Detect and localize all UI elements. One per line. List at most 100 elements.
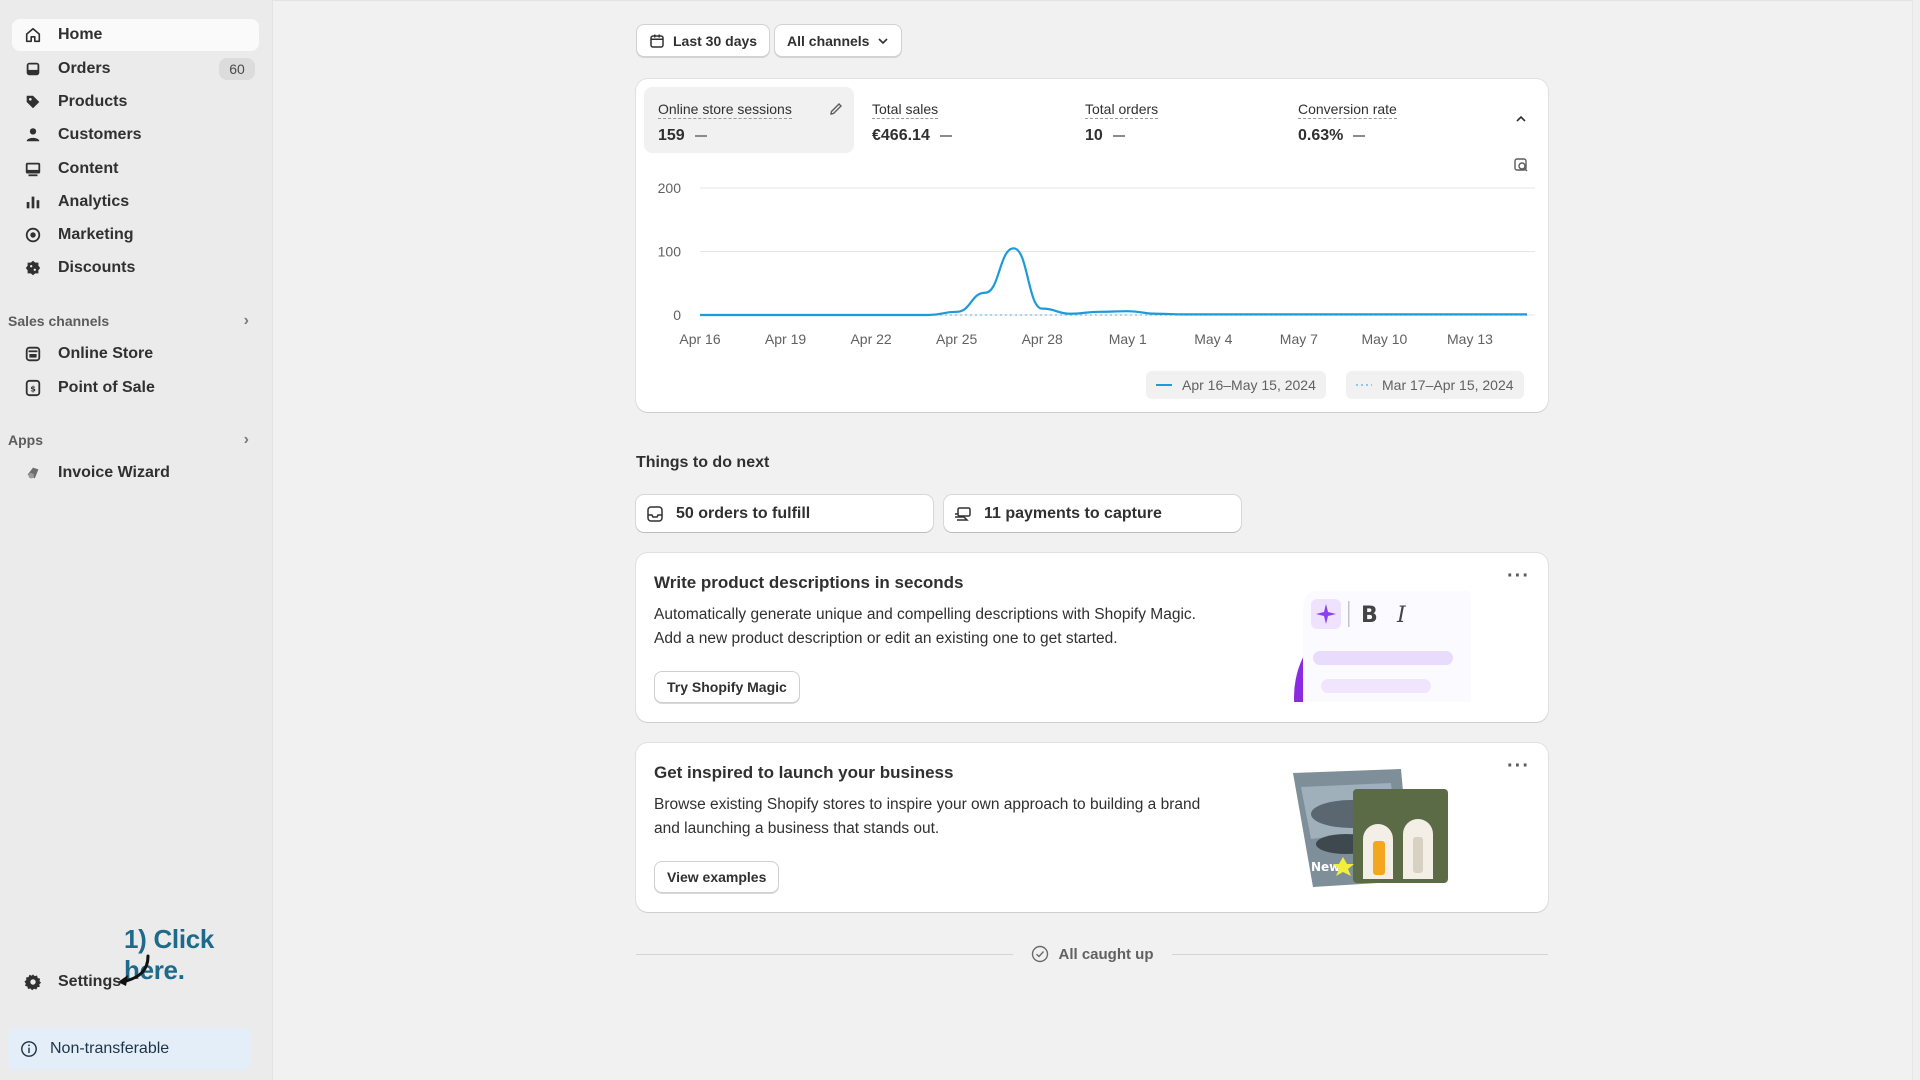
sidebar-item-label: Home — [58, 26, 103, 43]
x-tick-label: May 4 — [1194, 331, 1232, 347]
sidebar-item-marketing[interactable]: Marketing — [12, 219, 259, 251]
main-content: Last 30 days All channels Online store s… — [273, 0, 1920, 1080]
task-payments-to-capture[interactable]: 11 payments to capture — [944, 495, 1241, 532]
info-icon — [20, 1040, 38, 1058]
legend-label: Mar 17–Apr 15, 2024 — [1382, 377, 1514, 393]
task-label: 50 orders to fulfill — [676, 504, 811, 522]
scrollbar[interactable] — [1912, 0, 1920, 1080]
series-line — [700, 247, 1528, 317]
channel-label: All channels — [787, 32, 870, 49]
task-label: 11 payments to capture — [984, 504, 1162, 522]
inbox-icon — [646, 505, 664, 523]
sidebar-item-point-of-sale[interactable]: $ Point of Sale — [12, 372, 259, 404]
x-tick-label: Apr 28 — [1022, 331, 1063, 347]
sidebar-item-discounts[interactable]: Discounts — [12, 252, 259, 284]
sidebar-item-label: Point of Sale — [58, 379, 155, 396]
sidebar-item-content[interactable]: Content — [12, 153, 259, 185]
check-circle-icon — [1031, 945, 1048, 963]
sidebar-item-settings[interactable]: Settings — [12, 966, 259, 998]
chevron-down-icon — [877, 35, 889, 47]
promo-body-line: and launching a business that stands out… — [654, 820, 940, 837]
pos-icon: $ — [24, 379, 42, 397]
date-range-label: Last 30 days — [673, 32, 758, 49]
promo-card-shopify-magic: Write product descriptions in seconds Au… — [636, 553, 1548, 722]
sidebar-item-customers[interactable]: Customers — [12, 119, 259, 151]
sessions-line-chart: 0 100 200 Apr 16 Apr 19 Apr 22 Apr 25 Apr 28 May… — [658, 180, 1535, 347]
app-icon — [24, 464, 42, 482]
all-caught-up-divider: All caught up — [636, 942, 1548, 966]
sidebar-item-label: Invoice Wizard — [58, 464, 170, 481]
discount-icon — [24, 259, 42, 277]
sidebar-item-home[interactable]: Home — [12, 19, 259, 51]
legend-previous-period[interactable]: Mar 17–Apr 15, 2024 — [1346, 371, 1524, 399]
apps-label: Apps — [8, 432, 43, 448]
divider-line — [636, 953, 1013, 955]
sidebar-item-label: Online Store — [58, 345, 154, 362]
more-options-icon[interactable]: ··· — [1507, 755, 1530, 778]
more-options-icon[interactable]: ··· — [1507, 565, 1530, 588]
store-icon — [24, 345, 42, 363]
svg-text:B: B — [1361, 603, 1378, 628]
promo-body-line: Automatically generate unique and compel… — [654, 606, 1196, 623]
image-icon — [24, 160, 42, 178]
promo-body: Browse existing Shopify stores to inspir… — [654, 793, 1254, 841]
sidebar-item-label: Orders — [58, 60, 111, 77]
analytics-card: Online store sessions 159 Total sales €4… — [636, 79, 1548, 412]
all-caught-up: All caught up — [1013, 945, 1172, 963]
task-orders-to-fulfill[interactable]: 50 orders to fulfill — [636, 495, 933, 532]
sidebar-item-label: Analytics — [58, 193, 130, 210]
divider-line — [1171, 953, 1548, 955]
orders-count-badge: 60 — [219, 58, 255, 80]
svg-text:$: $ — [30, 384, 36, 394]
svg-text:I: I — [1396, 603, 1407, 628]
x-tick-label: May 10 — [1361, 331, 1407, 347]
y-tick-label: 200 — [658, 180, 682, 196]
try-shopify-magic-button[interactable]: Try Shopify Magic — [654, 671, 800, 703]
sidebar-item-analytics[interactable]: Analytics — [12, 186, 259, 218]
all-caught-up-label: All caught up — [1058, 945, 1154, 963]
apps-heading[interactable]: Apps › — [8, 428, 255, 452]
x-tick-label: Apr 16 — [679, 331, 720, 347]
person-icon — [24, 126, 42, 144]
sidebar: Home Orders 60 Products Customers Conten… — [0, 0, 273, 1080]
promo-title: Write product descriptions in seconds — [654, 573, 964, 592]
view-examples-button[interactable]: View examples — [654, 861, 780, 893]
magic-illustration: B I — [1294, 591, 1471, 702]
legend-solid-swatch — [1156, 384, 1172, 386]
date-range-button[interactable]: Last 30 days — [636, 24, 771, 57]
gear-icon — [24, 973, 42, 991]
sales-channels-heading[interactable]: Sales channels › — [8, 309, 255, 333]
home-icon — [24, 26, 42, 44]
legend-label: Apr 16–May 15, 2024 — [1182, 377, 1316, 393]
x-tick-label: May 1 — [1109, 331, 1147, 347]
promo-card-inspiration: Get inspired to launch your business Bro… — [636, 743, 1548, 912]
non-transferable-label: Non-transferable — [50, 1040, 170, 1057]
x-tick-label: Apr 25 — [936, 331, 977, 347]
inbox-icon — [24, 60, 42, 78]
y-tick-label: 0 — [673, 307, 681, 323]
things-to-do-heading: Things to do next — [636, 454, 770, 471]
sidebar-item-products[interactable]: Products — [12, 86, 259, 118]
sidebar-item-label: Customers — [58, 126, 142, 143]
sidebar-item-orders[interactable]: Orders 60 — [12, 53, 259, 85]
calendar-icon — [649, 33, 665, 49]
target-icon — [24, 226, 42, 244]
non-transferable-banner[interactable]: Non-transferable — [8, 1028, 251, 1070]
sidebar-item-invoice-wizard[interactable]: Invoice Wizard — [12, 457, 259, 489]
sidebar-item-online-store[interactable]: Online Store — [12, 338, 259, 370]
promo-body: Automatically generate unique and compel… — [654, 603, 1254, 651]
x-tick-label: Apr 22 — [850, 331, 891, 347]
sidebar-item-label: Products — [58, 93, 128, 110]
promo-body-line: Browse existing Shopify stores to inspir… — [654, 796, 1201, 813]
x-tick-label: Apr 19 — [765, 331, 806, 347]
illustration-new-text: New — [1311, 860, 1340, 874]
tag-icon — [24, 93, 42, 111]
sidebar-item-label: Discounts — [58, 259, 136, 276]
legend-current-period[interactable]: Apr 16–May 15, 2024 — [1146, 371, 1326, 399]
promo-body-line: Add a new product description or edit an… — [654, 630, 1118, 647]
y-tick-label: 100 — [658, 244, 682, 260]
sales-channels-label: Sales channels — [8, 313, 110, 329]
chevron-right-icon: › — [243, 312, 249, 329]
channel-select[interactable]: All channels — [774, 24, 903, 57]
legend-dotted-swatch — [1356, 384, 1372, 386]
